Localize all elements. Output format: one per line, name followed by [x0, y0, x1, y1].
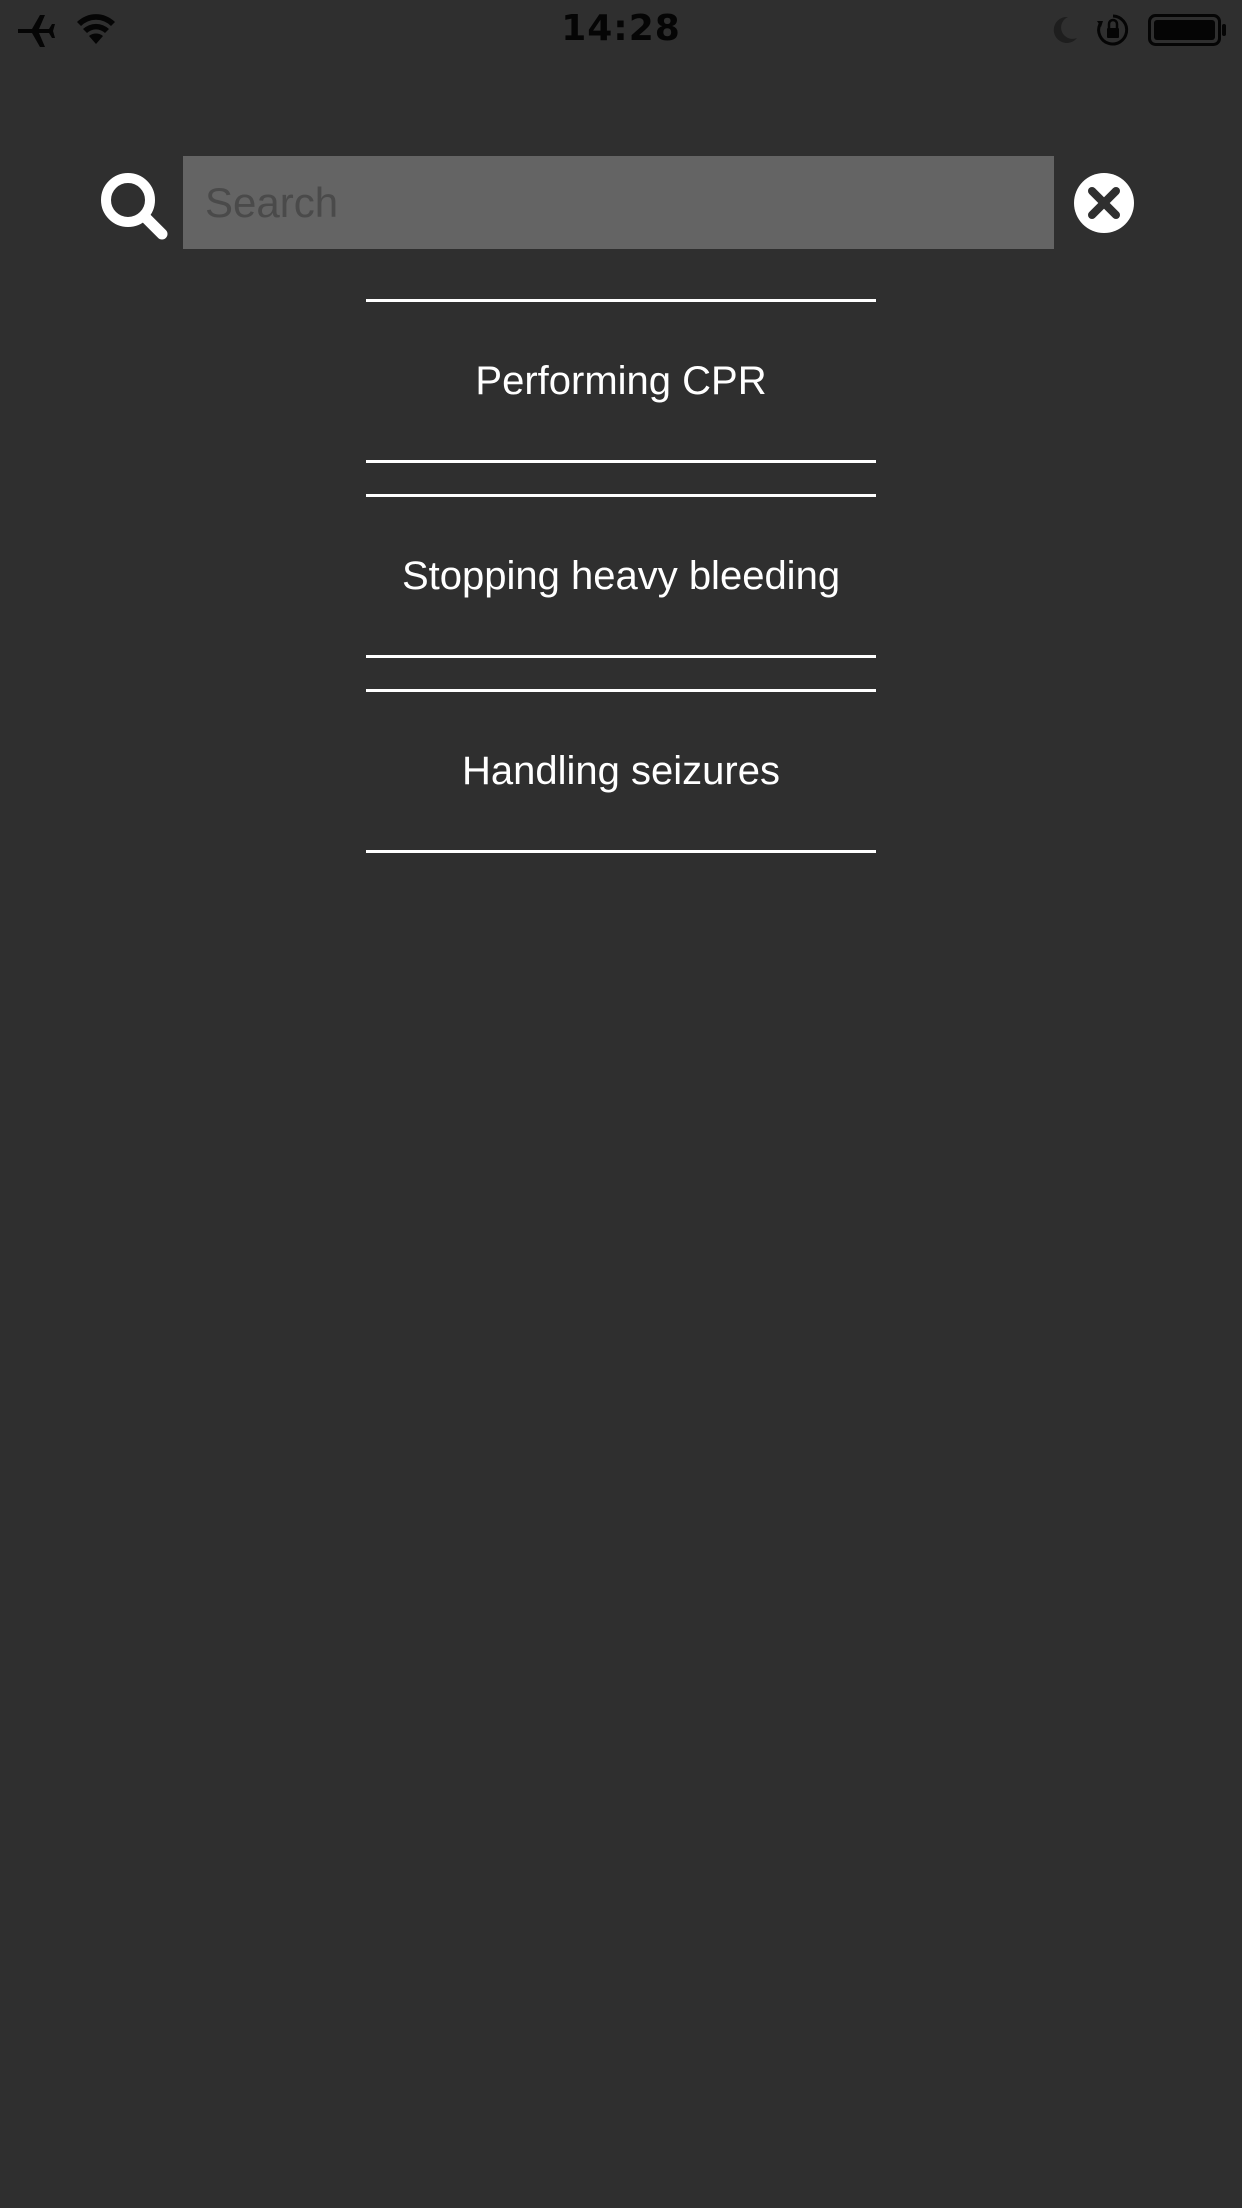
list-item-label: Stopping heavy bleeding — [401, 553, 841, 598]
search-icon[interactable] — [98, 170, 170, 242]
do-not-disturb-icon — [1053, 16, 1077, 43]
list-item-handling-seizures[interactable]: Handling seizures — [366, 689, 876, 853]
search-input[interactable] — [183, 156, 1054, 249]
list-item-stopping-heavy-bleeding[interactable]: Stopping heavy bleeding — [366, 494, 876, 658]
app-screen: 14:28 Performing CPR Stopping h — [0, 0, 1242, 2208]
list-item-performing-cpr[interactable]: Performing CPR — [366, 299, 876, 463]
close-circle-icon[interactable] — [1074, 173, 1134, 233]
battery-icon — [1148, 14, 1226, 46]
list-item-label: Handling seizures — [462, 748, 780, 793]
orientation-lock-icon — [1097, 14, 1129, 46]
search-results-list: Performing CPR Stopping heavy bleeding H… — [366, 299, 876, 884]
list-item-label: Performing CPR — [475, 358, 767, 403]
status-bar: 14:28 — [0, 0, 1242, 60]
